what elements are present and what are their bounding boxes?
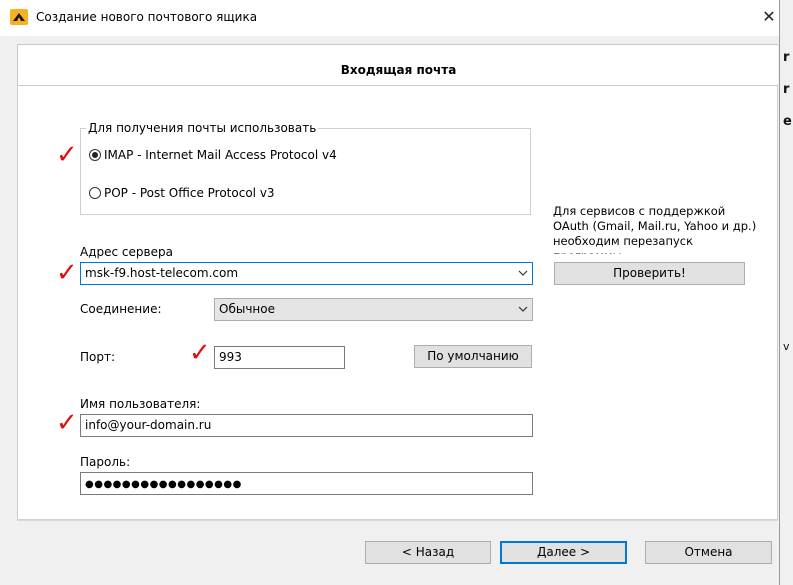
next-button[interactable]: Далее > (500, 541, 627, 564)
port-input[interactable]: 993 (214, 346, 345, 369)
connection-value: Обычное (219, 302, 275, 316)
red-checkmark-icon: ✓ (56, 408, 78, 438)
title-bar: Создание нового почтового ящика ✕ (0, 0, 779, 36)
red-checkmark-icon: ✓ (56, 140, 78, 170)
password-input[interactable]: ●●●●●●●●●●●●●●●●● (80, 472, 533, 495)
background-window: r r e v (780, 0, 793, 585)
protocol-group-legend: Для получения почты использовать (86, 121, 319, 135)
imap-label[interactable]: IMAP - Internet Mail Access Protocol v4 (104, 148, 337, 162)
server-address-value: msk-f9.host-telecom.com (85, 266, 239, 280)
red-checkmark-icon: ✓ (56, 258, 78, 288)
port-value: 993 (219, 350, 242, 364)
imap-radio[interactable] (89, 149, 101, 161)
new-mailbox-dialog: Создание нового почтового ящика ✕ Входящ… (0, 0, 780, 585)
chevron-down-icon[interactable] (518, 268, 528, 278)
check-button[interactable]: Проверить! (554, 262, 745, 285)
connection-label: Соединение: (80, 302, 162, 316)
back-button[interactable]: < Назад (365, 541, 491, 564)
username-label: Имя пользователя: (80, 397, 201, 411)
window-title: Создание нового почтового ящика (36, 10, 258, 24)
username-value: info@your-domain.ru (85, 418, 212, 432)
page-header: Входящая почта (17, 44, 778, 86)
protocol-groupbox (80, 128, 531, 215)
password-label: Пароль: (80, 455, 131, 469)
chevron-down-icon[interactable] (518, 304, 528, 314)
close-button[interactable]: ✕ (760, 8, 778, 26)
footer-divider (17, 520, 778, 521)
background-text: r (783, 50, 790, 65)
oauth-note: Для сервисов с поддержкой OAuth (Gmail, … (553, 204, 757, 254)
background-text: e (783, 114, 792, 129)
background-text: v (783, 340, 790, 353)
background-text: r (783, 82, 790, 97)
page-title: Входящая почта (340, 63, 457, 77)
server-address-label: Адрес сервера (80, 245, 173, 259)
server-address-combo[interactable]: msk-f9.host-telecom.com (80, 262, 533, 285)
cancel-button[interactable]: Отмена (645, 541, 772, 564)
default-port-button[interactable]: По умолчанию (414, 345, 532, 368)
pop-radio[interactable] (89, 187, 101, 199)
port-label: Порт: (80, 350, 116, 364)
username-input[interactable]: info@your-domain.ru (80, 414, 533, 437)
password-value: ●●●●●●●●●●●●●●●●● (85, 479, 242, 490)
app-logo-icon (10, 9, 28, 25)
connection-select[interactable]: Обычное (214, 298, 533, 321)
red-checkmark-icon: ✓ (189, 338, 211, 368)
pop-label[interactable]: POP - Post Office Protocol v3 (104, 186, 275, 200)
